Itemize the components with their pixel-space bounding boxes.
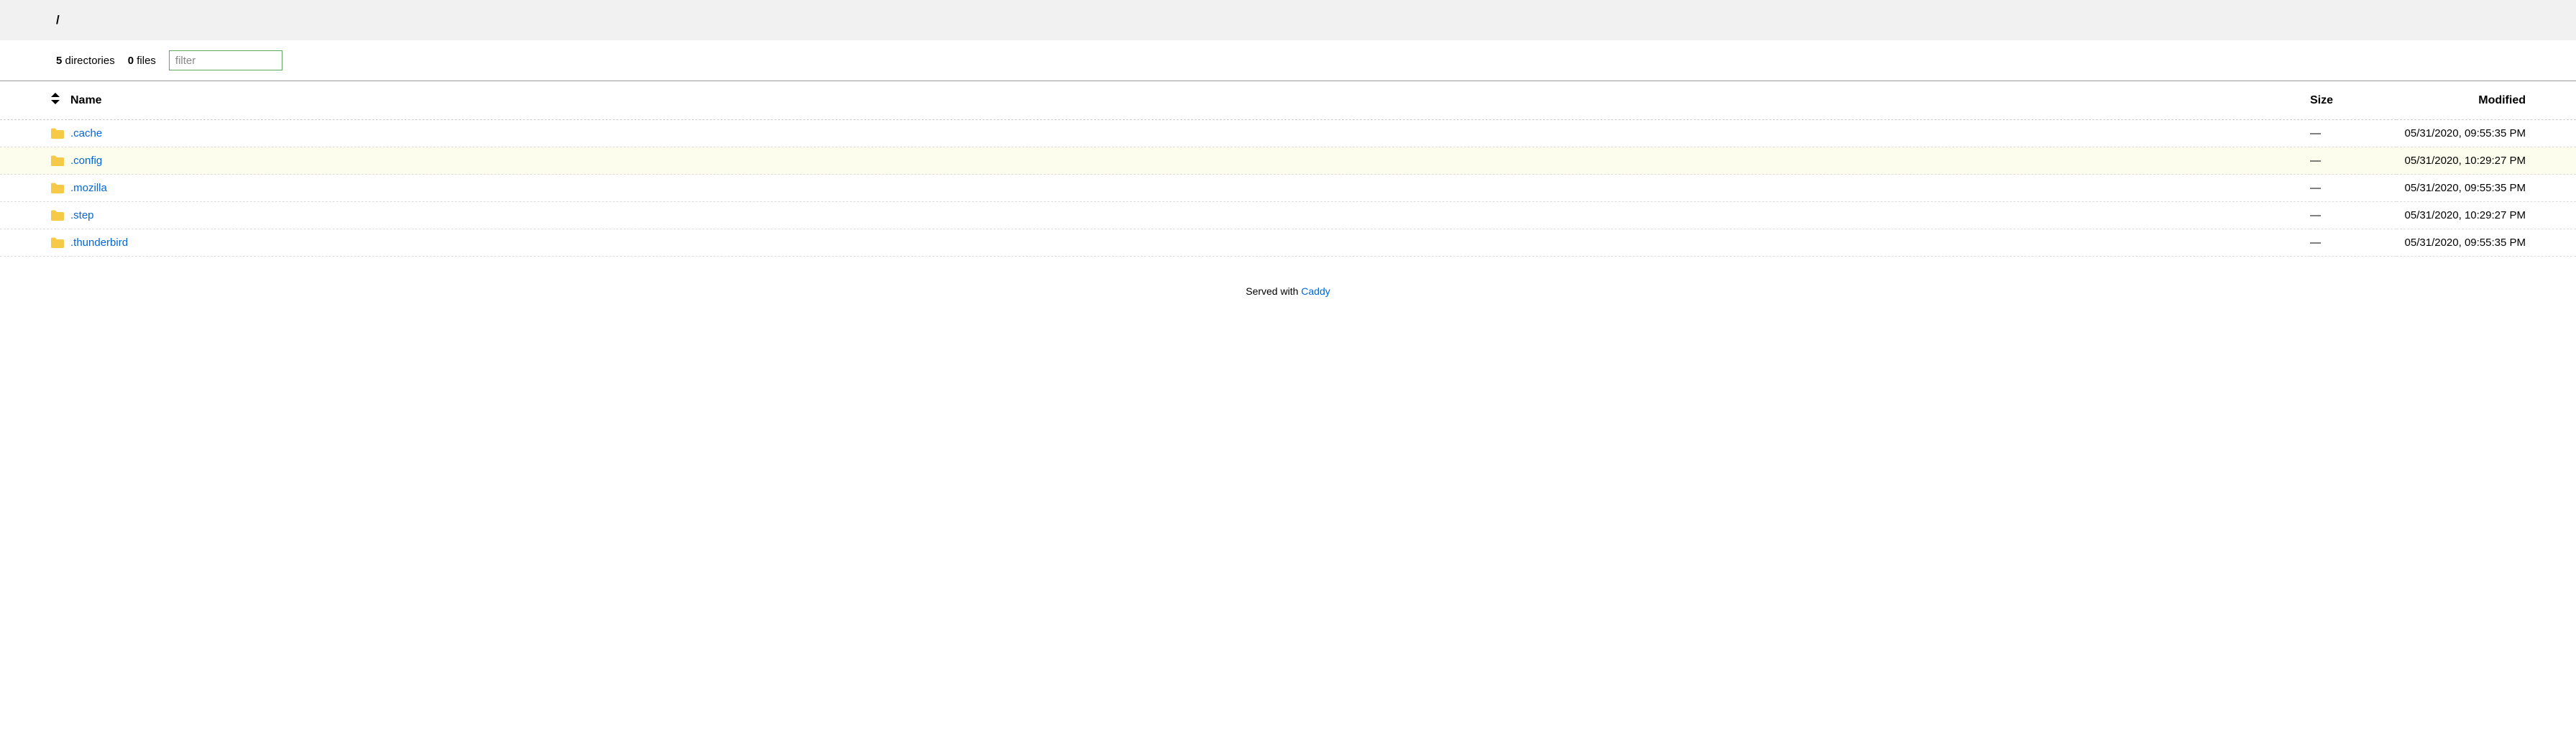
folder-link[interactable]: .config — [70, 155, 102, 167]
row-modified: 05/31/2020, 09:55:35 PM — [2396, 175, 2576, 202]
breadcrumb: / — [0, 0, 2576, 40]
sort-icon — [50, 93, 60, 104]
column-name[interactable]: Name — [70, 81, 2310, 120]
folder-icon — [0, 120, 70, 147]
row-size: — — [2310, 147, 2396, 175]
row-name: .config — [70, 147, 2310, 175]
table-row: .step —05/31/2020, 10:29:27 PM — [0, 202, 2576, 229]
row-size: — — [2310, 229, 2396, 257]
folder-link[interactable]: .cache — [70, 127, 102, 139]
file-table: Name Size Modified .cache—05/31/2020, 09… — [0, 81, 2576, 257]
footer-link[interactable]: Caddy — [1301, 285, 1330, 297]
files-count: 0 files — [128, 55, 156, 67]
folder-link[interactable]: .mozilla — [70, 182, 107, 194]
folder-link[interactable]: .step — [70, 209, 94, 221]
table-row: .config —05/31/2020, 10:29:27 PM — [0, 147, 2576, 175]
folder-icon — [0, 202, 70, 229]
footer: Served with Caddy — [0, 257, 2576, 311]
folder-link[interactable]: .thunderbird — [70, 237, 128, 249]
directories-count: 5 directories — [56, 55, 115, 67]
column-sort[interactable] — [0, 81, 70, 120]
row-modified: 05/31/2020, 09:55:35 PM — [2396, 120, 2576, 147]
row-size: — — [2310, 202, 2396, 229]
column-size[interactable]: Size — [2310, 81, 2396, 120]
folder-icon — [0, 229, 70, 257]
column-modified[interactable]: Modified — [2396, 81, 2576, 120]
row-name: .mozilla — [70, 175, 2310, 202]
footer-text: Served with — [1246, 285, 1301, 297]
table-row: .mozilla —05/31/2020, 09:55:35 PM — [0, 175, 2576, 202]
table-row: .thunderbird —05/31/2020, 09:55:35 PM — [0, 229, 2576, 257]
row-size: — — [2310, 120, 2396, 147]
row-modified: 05/31/2020, 09:55:35 PM — [2396, 229, 2576, 257]
breadcrumb-path: / — [56, 13, 60, 27]
row-modified: 05/31/2020, 10:29:27 PM — [2396, 202, 2576, 229]
table-row: .cache —05/31/2020, 09:55:35 PM — [0, 120, 2576, 147]
meta-bar: 5 directories 0 files — [0, 40, 2576, 81]
folder-icon — [0, 147, 70, 175]
row-name: .step — [70, 202, 2310, 229]
row-name: .thunderbird — [70, 229, 2310, 257]
folder-icon — [0, 175, 70, 202]
row-modified: 05/31/2020, 10:29:27 PM — [2396, 147, 2576, 175]
row-size: — — [2310, 175, 2396, 202]
filter-input[interactable] — [169, 50, 282, 70]
row-name: .cache — [70, 120, 2310, 147]
